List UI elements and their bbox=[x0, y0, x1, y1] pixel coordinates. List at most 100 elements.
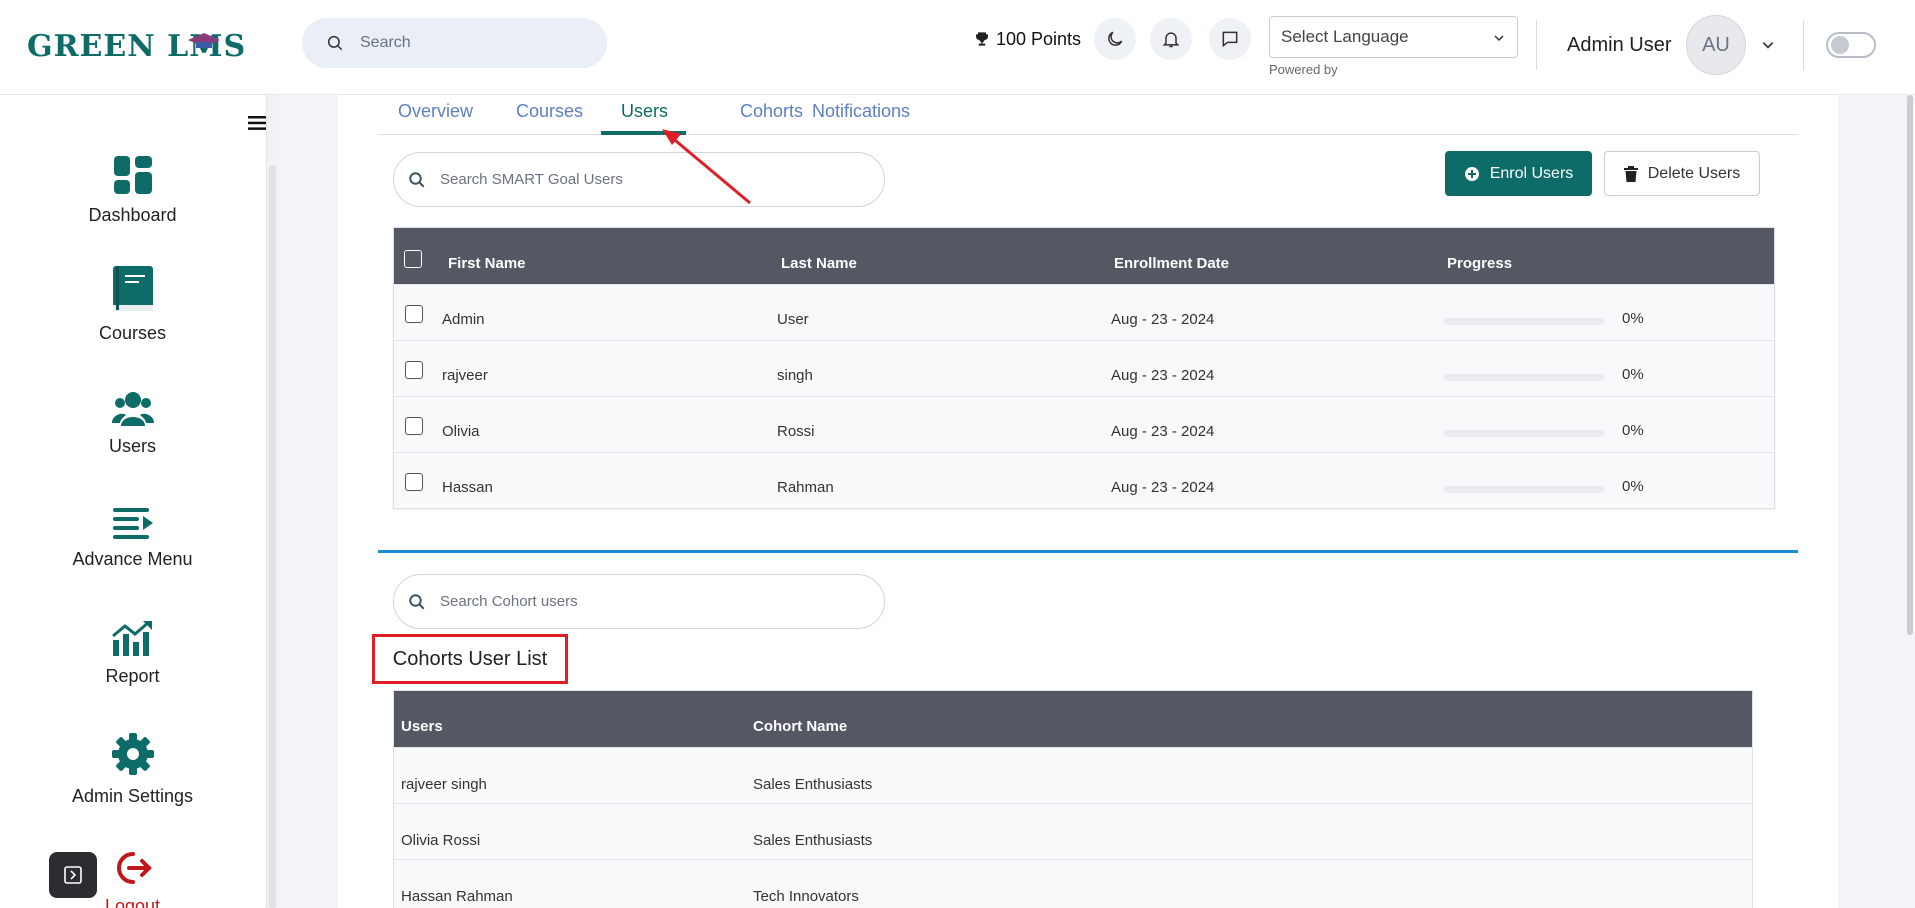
theme-toggle[interactable] bbox=[1826, 32, 1876, 58]
tab-courses[interactable]: Courses bbox=[516, 101, 583, 122]
sidebar-item-label: Advance Menu bbox=[72, 549, 193, 569]
active-tab-indicator bbox=[601, 131, 686, 135]
powered-by-label: Powered by bbox=[1269, 62, 1338, 77]
bell-icon bbox=[1162, 32, 1180, 48]
sidebar-item-label: Admin Settings bbox=[71, 786, 194, 806]
sidebar-item-dashboard[interactable]: Dashboard bbox=[0, 155, 265, 226]
logo-text-left: GREEN L bbox=[27, 28, 190, 64]
progress-bar bbox=[1444, 430, 1604, 437]
sidebar-item-report[interactable]: Report bbox=[0, 620, 265, 687]
row-checkbox[interactable] bbox=[405, 305, 423, 323]
sidebar-item-logout[interactable]: Logout bbox=[0, 850, 265, 908]
cohort-name-cell: Sales Enthusiasts bbox=[753, 776, 873, 793]
green-lms-logo[interactable]: GREEN L MS bbox=[27, 24, 246, 68]
section-divider bbox=[378, 550, 1798, 553]
tab-cohorts[interactable]: Cohorts bbox=[740, 101, 803, 122]
enrolled-users-table: First Name Last Name Enrollment Date Pro… bbox=[393, 227, 1775, 509]
table-row[interactable]: Hassan Rahman Aug - 23 - 2024 0% bbox=[394, 452, 1774, 508]
page-scrollbar-thumb[interactable] bbox=[1907, 95, 1913, 635]
table-row[interactable]: rajveer singh Aug - 23 - 2024 0% bbox=[394, 340, 1774, 396]
delete-users-button[interactable]: Delete Users bbox=[1604, 151, 1760, 196]
header-divider bbox=[1536, 20, 1537, 70]
points-display[interactable]: 100 Points bbox=[974, 27, 1081, 51]
sidebar-item-label: Dashboard bbox=[88, 205, 177, 225]
sidebar-item-courses[interactable]: Courses bbox=[0, 265, 265, 344]
language-select[interactable]: Select Language bbox=[1269, 16, 1518, 58]
column-users[interactable]: Users bbox=[401, 718, 443, 735]
row-checkbox[interactable] bbox=[405, 361, 423, 379]
sidebar-scrollbar-thumb[interactable] bbox=[269, 165, 276, 908]
notifications-button[interactable] bbox=[1150, 18, 1192, 60]
menu-icon bbox=[112, 508, 153, 539]
global-search[interactable]: Search bbox=[302, 18, 607, 68]
column-cohort-name[interactable]: Cohort Name bbox=[753, 718, 847, 735]
last-name-cell: Rossi bbox=[777, 423, 815, 440]
sidebar-item-label: Report bbox=[105, 666, 160, 686]
column-enrollment-date[interactable]: Enrollment Date bbox=[1114, 255, 1229, 272]
select-all-checkbox[interactable] bbox=[404, 250, 422, 268]
trophy-icon bbox=[976, 32, 988, 46]
first-name-cell: Hassan bbox=[442, 479, 493, 496]
table-row[interactable]: Admin User Aug - 23 - 2024 0% bbox=[394, 284, 1774, 340]
goal-users-search-placeholder: Search SMART Goal Users bbox=[440, 171, 623, 188]
chart-icon bbox=[111, 620, 152, 656]
row-checkbox[interactable] bbox=[405, 417, 423, 435]
logout-icon bbox=[116, 852, 152, 884]
search-icon bbox=[409, 171, 425, 187]
hamburger-icon[interactable] bbox=[248, 115, 266, 131]
sidebar-item-advance-menu[interactable]: Advance Menu bbox=[0, 507, 265, 570]
user-cell: rajveer singh bbox=[401, 776, 487, 793]
last-name-cell: User bbox=[777, 311, 809, 328]
header-divider-2 bbox=[1803, 20, 1804, 70]
tab-bar: Overview Courses Users Cohorts Notificat… bbox=[378, 95, 1798, 135]
table-row[interactable]: Olivia Rossi Sales Enthusiasts bbox=[394, 803, 1752, 859]
row-checkbox[interactable] bbox=[405, 473, 423, 491]
progress-bar bbox=[1444, 486, 1604, 493]
search-icon bbox=[327, 35, 343, 51]
first-name-cell: Admin bbox=[442, 311, 485, 328]
enrol-users-button[interactable]: Enrol Users bbox=[1445, 151, 1592, 196]
tab-users[interactable]: Users bbox=[621, 101, 668, 122]
book-icon bbox=[112, 266, 153, 311]
cohort-name-cell: Sales Enthusiasts bbox=[753, 832, 873, 849]
cohort-users-search[interactable]: Search Cohort users bbox=[393, 574, 885, 629]
first-name-cell: rajveer bbox=[442, 367, 488, 384]
last-name-cell: singh bbox=[777, 367, 813, 384]
sidebar-item-admin-settings[interactable]: Admin Settings bbox=[0, 732, 265, 807]
top-bar: GREEN L MS Search 100 Points Select Lang… bbox=[0, 0, 1915, 95]
user-cell: Olivia Rossi bbox=[401, 832, 481, 849]
cohorts-user-list-title: Cohorts User List bbox=[372, 634, 568, 684]
table-row[interactable]: rajveer singh Sales Enthusiasts bbox=[394, 747, 1752, 803]
admin-name[interactable]: Admin User bbox=[1567, 34, 1671, 57]
cohort-users-table: Users Cohort Name rajveer singh Sales En… bbox=[393, 690, 1753, 908]
user-menu-chevron-icon[interactable] bbox=[1761, 38, 1775, 52]
sidebar-toggle-button[interactable] bbox=[49, 852, 97, 898]
messages-button[interactable] bbox=[1209, 18, 1251, 60]
goal-users-search[interactable]: Search SMART Goal Users bbox=[393, 152, 885, 207]
moon-icon bbox=[1108, 31, 1123, 46]
table-header: First Name Last Name Enrollment Date Pro… bbox=[394, 228, 1774, 284]
cohort-name-cell: Tech Innovators bbox=[753, 888, 859, 905]
last-name-cell: Rahman bbox=[777, 479, 834, 496]
avatar[interactable]: AU bbox=[1686, 15, 1746, 75]
tab-overview[interactable]: Overview bbox=[398, 101, 473, 122]
sidebar-scrollbar[interactable] bbox=[266, 95, 278, 908]
sidebar-item-label: Courses bbox=[98, 323, 167, 343]
progress-bar bbox=[1444, 318, 1604, 325]
chevron-down-icon bbox=[1494, 35, 1504, 42]
dark-mode-button[interactable] bbox=[1094, 18, 1136, 60]
page-scrollbar[interactable] bbox=[1905, 95, 1915, 908]
sidebar-item-label: Logout bbox=[104, 896, 161, 908]
table-row[interactable]: Hassan Rahman Tech Innovators bbox=[394, 859, 1752, 908]
table-row[interactable]: Olivia Rossi Aug - 23 - 2024 0% bbox=[394, 396, 1774, 452]
sidebar-item-users[interactable]: Users bbox=[0, 390, 265, 457]
column-progress[interactable]: Progress bbox=[1447, 255, 1512, 272]
column-last-name[interactable]: Last Name bbox=[781, 255, 857, 272]
plus-circle-icon bbox=[1464, 166, 1479, 181]
sidebar: Dashboard Courses Users Advance Menu Rep… bbox=[0, 95, 266, 908]
column-first-name[interactable]: First Name bbox=[448, 255, 526, 272]
tab-notifications[interactable]: Notifications bbox=[812, 101, 910, 122]
enrollment-date-cell: Aug - 23 - 2024 bbox=[1111, 311, 1215, 328]
progress-bar bbox=[1444, 374, 1604, 381]
gear-icon bbox=[111, 733, 154, 775]
